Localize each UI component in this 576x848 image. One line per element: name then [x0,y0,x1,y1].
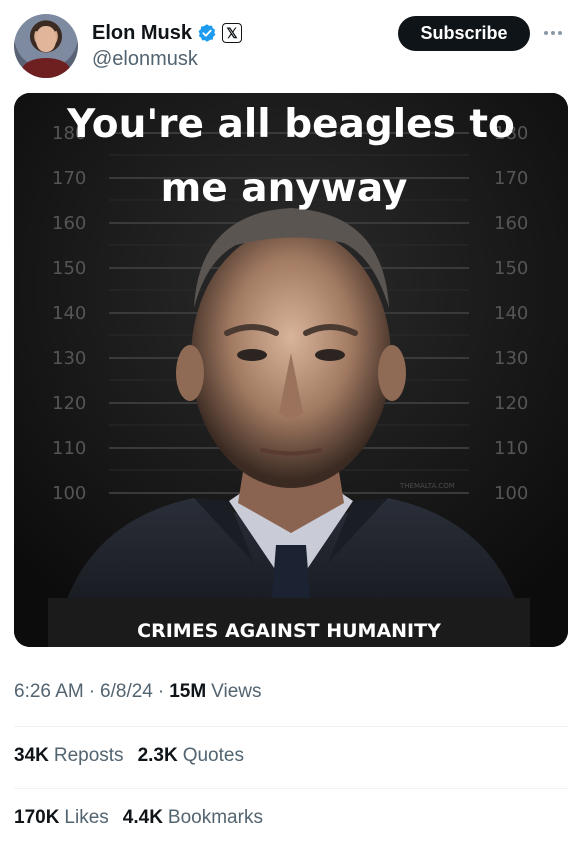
image-watermark: THEMALTA.COM [399,482,455,490]
verified-badge-icon [198,24,216,42]
height-mark-right: 160 [494,213,528,234]
meta-separator: · [157,681,165,702]
height-mark-left: 150 [52,258,86,279]
height-mark-left: 120 [52,393,86,414]
likes-stat[interactable]: 170K Likes [14,807,109,829]
author-handle[interactable]: @elonmusk [92,48,198,71]
engagement-row-reposts: 34K Reposts 2.3K Quotes [14,745,244,767]
height-mark-left: 160 [52,213,86,234]
height-mark-right: 100 [494,483,528,504]
likes-label: Likes [64,807,109,828]
divider [14,788,568,789]
quotes-count: 2.3K [137,745,178,766]
height-mark-right: 140 [494,303,528,324]
height-mark-right: 130 [494,348,528,369]
tweet-date[interactable]: 6/8/24 [100,681,153,703]
height-mark-left: 130 [52,348,86,369]
height-mark-right: 120 [494,393,528,414]
avatar-shirt [22,58,70,78]
meme-caption: CRIMES AGAINST HUMANITY [137,620,441,642]
height-mark-right: 150 [494,258,528,279]
height-mark-left: 110 [52,438,86,459]
bookmarks-label: Bookmarks [167,807,263,828]
tweet-meta: 6:26 AM · 6/8/24 · 15M Views [14,681,262,703]
height-mark-left: 170 [52,168,86,189]
views-label: Views [211,681,262,702]
views-count[interactable]: 15M [169,681,206,703]
reposts-count: 34K [14,745,49,766]
meta-separator: · [88,681,96,702]
mugshot-image: 180 170 160 150 140 130 120 110 100 180 … [14,93,568,647]
reposts-label: Reposts [53,745,124,766]
avatar[interactable] [14,14,78,78]
avatar-face [36,26,56,52]
bookmarks-count: 4.4K [122,807,163,828]
likes-count: 170K [14,807,60,828]
more-horizontal-icon[interactable] [541,26,565,40]
height-mark-right: 110 [494,438,528,459]
engagement-row-likes: 170K Likes 4.4K Bookmarks [14,807,263,829]
x-logo-icon[interactable]: 𝕏 [222,23,243,43]
tweet-media-image[interactable]: 180 170 160 150 140 130 120 110 100 180 … [14,93,568,647]
divider [14,726,568,727]
height-mark-right: 170 [494,168,528,189]
tweet-time[interactable]: 6:26 AM [14,681,84,703]
quotes-label: Quotes [182,745,244,766]
meme-text-line1: You're all beagles to [66,102,515,147]
meme-text-line2: me anyway [161,166,408,211]
reposts-stat[interactable]: 34K Reposts [14,745,124,767]
author-name-row[interactable]: Elon Musk 𝕏 [92,20,243,46]
bookmarks-stat[interactable]: 4.4K Bookmarks [123,807,263,829]
height-mark-left: 100 [52,483,86,504]
subscribe-button[interactable]: Subscribe [398,16,530,51]
quotes-stat[interactable]: 2.3K Quotes [138,745,244,767]
tweet-header: Elon Musk 𝕏 @elonmusk Subscribe [0,0,576,92]
height-mark-left: 140 [52,303,86,324]
author-display-name[interactable]: Elon Musk [92,22,192,45]
